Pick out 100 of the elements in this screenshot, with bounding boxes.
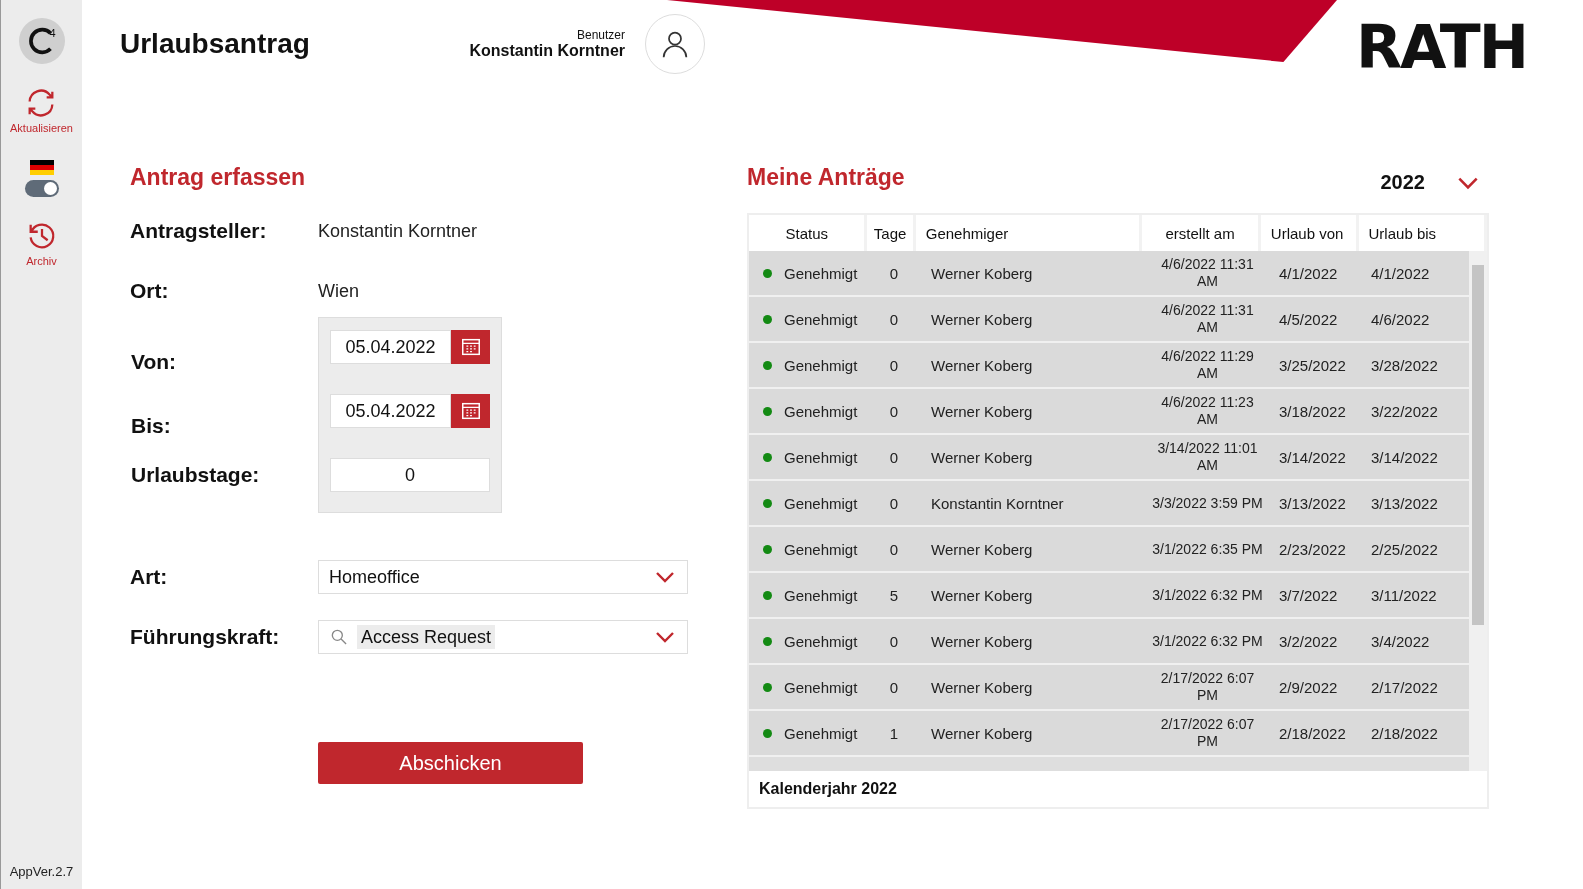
field-label: Antragsteller: bbox=[130, 219, 268, 243]
table-cell-text: 0 bbox=[888, 632, 900, 650]
calendar-button[interactable] bbox=[451, 330, 490, 364]
table-cell-text: 4/6/2022 11:31 AM bbox=[1160, 256, 1255, 290]
app-logo[interactable]: 4 bbox=[18, 18, 65, 64]
table-row[interactable]: Genehmigt 0 Werner Koberg 4/6/2022 11:31 AM 4/5/2022 4/6/2022 bbox=[749, 297, 1469, 343]
table-cell-text: 4/6/2022 bbox=[1370, 310, 1431, 328]
table-cell-text: 4/6/2022 11:29 AM bbox=[1160, 348, 1255, 382]
table-cell-text: 0 bbox=[888, 264, 900, 282]
field-label: Urlaubstage: bbox=[131, 462, 260, 488]
table-cell-text: 3/1/2022 6:32 PM bbox=[1151, 586, 1264, 604]
table-cell-text: 4/6/2022 11:31 AM bbox=[1160, 302, 1255, 336]
table-cell-text: Werner Koberg bbox=[930, 724, 1034, 742]
column-header[interactable]: Status bbox=[749, 215, 865, 251]
table-cell-text: 2/25/2022 bbox=[1370, 540, 1439, 558]
calendar-button[interactable] bbox=[451, 394, 490, 428]
year-dropdown[interactable]: 2022 bbox=[1380, 169, 1481, 196]
table-cell-text: Konstantin Korntner bbox=[930, 494, 1065, 512]
status-text: Genehmigt bbox=[784, 356, 858, 374]
table-cell-text: 0 bbox=[888, 356, 900, 374]
table-row[interactable]: Genehmigt 0 Werner Koberg 4/6/2022 11:31 AM 4/1/2022 4/1/2022 bbox=[749, 251, 1469, 297]
status-text: Genehmigt bbox=[784, 448, 858, 466]
status-text: Genehmigt bbox=[784, 586, 858, 604]
status-text: Genehmigt bbox=[784, 310, 858, 328]
status-text: Genehmigt bbox=[784, 264, 858, 282]
table-cell-text: Werner Koberg bbox=[930, 448, 1034, 466]
status-text: Genehmigt bbox=[784, 494, 858, 512]
table-row[interactable]: Genehmigt 0 Werner Koberg 3/14/2022 11:01 AM 3/14/2022 3/14/2022 bbox=[749, 435, 1469, 481]
table-row[interactable]: Genehmigt 0 Werner Koberg 3/1/2022 6:35 PM 2/23/2022 2/25/2022 bbox=[749, 527, 1469, 573]
table-cell-text: 2/17/2022 6:07 PM bbox=[1159, 670, 1256, 704]
table-cell-text: Werner Koberg bbox=[930, 540, 1034, 558]
table-cell-text: Werner Koberg bbox=[930, 264, 1034, 282]
field-value: Wien bbox=[318, 280, 359, 302]
table-cell-text: 4/1/2022 bbox=[1370, 264, 1431, 282]
table-cell-text: 3/3/2022 3:59 PM bbox=[1151, 494, 1264, 512]
manager-dropdown[interactable]: Access Request bbox=[318, 620, 688, 654]
table-cell-text: Werner Koberg bbox=[930, 356, 1034, 374]
table-cell-text: 3/14/2022 11:01 AM bbox=[1156, 440, 1259, 474]
status-text: Genehmigt bbox=[784, 402, 858, 420]
field-label: Ort: bbox=[130, 279, 170, 303]
table-cell-text: Werner Koberg bbox=[930, 632, 1034, 650]
table-row[interactable]: Genehmigt 0 Konstantin Korntner 3/3/2022 3:59 PM 3/13/2022 3/13/2022 bbox=[749, 481, 1469, 527]
type-dropdown[interactable]: Homeoffice bbox=[318, 560, 688, 594]
table-cell-text: 4/5/2022 bbox=[1278, 310, 1339, 328]
language-toggle[interactable] bbox=[24, 180, 59, 197]
column-header[interactable]: Genehmiger bbox=[915, 215, 1140, 251]
selected-value: Access Request bbox=[357, 624, 496, 649]
field-label: Führungskraft: bbox=[130, 625, 281, 649]
column-header[interactable]: Urlaub bis bbox=[1358, 215, 1484, 251]
table-cell-text: 0 bbox=[888, 448, 900, 466]
table-cell-text: 4/6/2022 11:23 AM bbox=[1160, 394, 1255, 428]
calendar-icon bbox=[459, 400, 482, 422]
table-cell-text: 3/1/2022 6:35 PM bbox=[1151, 540, 1264, 558]
column-header[interactable]: Tage bbox=[867, 215, 913, 251]
field-label: Bis: bbox=[131, 413, 172, 439]
section-heading: Antrag erfassen bbox=[130, 164, 307, 191]
table-row[interactable]: Genehmigt 0 Werner Koberg 4/6/2022 11:23 AM 3/18/2022 3/22/2022 bbox=[749, 389, 1469, 435]
calendar-icon bbox=[459, 336, 482, 358]
search-icon bbox=[329, 627, 349, 647]
table-row[interactable]: Genehmigt 0 Werner Koberg 4/6/2022 11:29 AM 3/25/2022 3/28/2022 bbox=[749, 343, 1469, 389]
table-cell-text: 5 bbox=[888, 586, 900, 604]
table-cell-text: 2/18/2022 bbox=[1370, 724, 1439, 742]
table-cell-text: 4/1/2022 bbox=[1278, 264, 1339, 282]
date-field[interactable]: 05.04.2022 bbox=[330, 330, 451, 364]
scrollbar[interactable] bbox=[1469, 251, 1487, 771]
table-cell-text: 3/13/2022 bbox=[1278, 494, 1347, 512]
table-cell-text: 2/23/2022 bbox=[1278, 540, 1347, 558]
table-row[interactable]: Genehmigt 5 Werner Koberg 3/1/2022 6:32 PM 3/7/2022 3/11/2022 bbox=[749, 573, 1469, 619]
table-row[interactable]: Genehmigt 1 Werner Koberg 2/17/2022 6:07 PM 2/18/2022 2/18/2022 bbox=[749, 711, 1469, 757]
column-header[interactable]: Urlaub von bbox=[1260, 215, 1356, 251]
company-logo: RATH bbox=[1355, 12, 1527, 82]
table-cell-text: 3/22/2022 bbox=[1370, 402, 1439, 420]
page-title: Urlaubsantrag bbox=[120, 28, 311, 60]
section-heading: Meine Anträge bbox=[747, 164, 905, 191]
table-row[interactable]: Genehmigt 0 Werner Koberg 3/1/2022 6:32 PM 3/2/2022 3/4/2022 bbox=[749, 619, 1469, 665]
logo-mark: 4 bbox=[49, 27, 56, 39]
table-cell-text: 1 bbox=[888, 724, 900, 742]
table-cell-text: 3/2/2022 bbox=[1278, 632, 1339, 650]
table-cell-text: 2/17/2022 6:07 PM bbox=[1159, 716, 1256, 750]
app-version: AppVer.2.7 bbox=[9, 864, 74, 879]
date-field[interactable]: 05.04.2022 bbox=[330, 394, 451, 428]
user-caption: Benutzer bbox=[576, 28, 625, 42]
table-cell-text: 3/4/2022 bbox=[1370, 632, 1431, 650]
table-cell-text: 3/13/2022 bbox=[1370, 494, 1439, 512]
table-cell-text: 2/18/2022 bbox=[1278, 724, 1347, 742]
column-header[interactable]: erstellt am bbox=[1142, 215, 1258, 251]
german-flag-icon bbox=[29, 160, 54, 175]
table-cell-text: 2/17/2022 bbox=[1370, 678, 1439, 696]
table-cell-text: 0 bbox=[888, 402, 900, 420]
table-cell-text: 3/18/2022 bbox=[1278, 402, 1347, 420]
selected-value: Homeoffice bbox=[329, 566, 421, 588]
submit-button[interactable]: Abschicken bbox=[318, 742, 583, 784]
field-label: Von: bbox=[131, 349, 178, 375]
table-cell-text: 0 bbox=[888, 540, 900, 558]
table-cell-text: Werner Koberg bbox=[930, 586, 1034, 604]
field-value: Konstantin Korntner bbox=[318, 220, 478, 242]
table-row[interactable]: Genehmigt 0 Werner Koberg 2/17/2022 6:07 PM 2/9/2022 2/17/2022 bbox=[749, 665, 1469, 711]
days-field[interactable]: 0 bbox=[330, 458, 490, 492]
archive-label: Archiv bbox=[26, 255, 57, 267]
table-cell-text: 3/11/2022 bbox=[1370, 586, 1438, 604]
